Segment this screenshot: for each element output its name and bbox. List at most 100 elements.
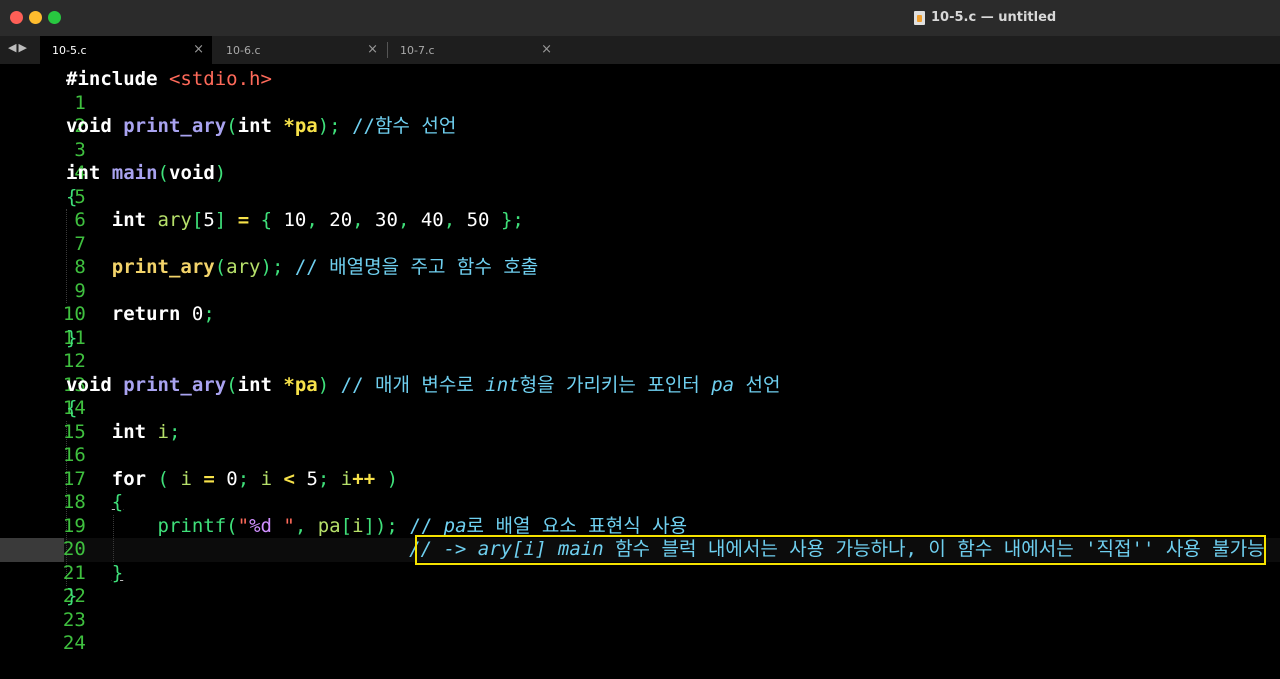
- token: {: [260, 209, 273, 231]
- token: ,: [306, 209, 318, 231]
- token: ,: [443, 209, 456, 231]
- code-line: 20 printf("%d ", pa[i]); // pa로 배열 요소 표현…: [0, 515, 687, 561]
- code-line: 22 }: [0, 562, 123, 608]
- matching-brace: {: [111, 491, 124, 513]
- tab-10-5[interactable]: 10-5.c ×: [40, 36, 212, 64]
- code-line: 14 void print_ary(int *pa) // 매개 변수로 int…: [0, 374, 781, 420]
- token: ,: [352, 209, 364, 231]
- tab-bar: ◀▶ 10-5.c × 10-6.c × 10-7.c ×: [0, 36, 1280, 64]
- title-bar: 10-5.c — untitled: [0, 0, 1280, 36]
- tab-10-7[interactable]: 10-7.c ×: [388, 36, 560, 64]
- token: [: [340, 514, 353, 537]
- code-text: for ( i = 0; i < 5; i++ ): [66, 468, 398, 492]
- code-line: 13: [0, 350, 86, 396]
- token: for: [111, 467, 147, 490]
- token: void: [66, 373, 112, 396]
- close-tab-icon[interactable]: ×: [193, 42, 204, 57]
- close-tab-icon[interactable]: ×: [367, 42, 378, 57]
- back-arrow-icon[interactable]: ◀: [8, 41, 18, 54]
- code-line: 11 return 0;: [0, 303, 215, 349]
- token: ): [317, 373, 330, 396]
- code-line: 8: [0, 233, 85, 278]
- token: );: [374, 514, 398, 537]
- code-line: 16 int i;: [0, 421, 181, 467]
- code-text: void print_ary(int *pa); //함수 선언: [66, 115, 456, 139]
- token: pa: [317, 514, 341, 537]
- token: *pa: [283, 115, 318, 137]
- token: =: [203, 467, 215, 490]
- tab-10-6[interactable]: 10-6.c ×: [214, 36, 386, 64]
- token: ary: [157, 209, 192, 231]
- comment: 로 배열 요소 표현식 사용: [466, 514, 688, 537]
- close-window-button[interactable]: [10, 11, 23, 24]
- token: *pa: [283, 373, 318, 396]
- token: );: [260, 256, 284, 278]
- token: i: [180, 467, 192, 490]
- code-line: 4: [0, 139, 85, 184]
- code-text: }: [66, 562, 123, 586]
- token: i: [352, 514, 364, 537]
- token: ary: [226, 256, 261, 278]
- token: printf: [157, 514, 227, 537]
- token: ;: [169, 420, 181, 443]
- code-line: 3 void print_ary(int *pa); //함수 선언: [0, 115, 456, 161]
- code-text: int i;: [66, 420, 181, 445]
- token: main: [111, 162, 158, 184]
- token: ,: [294, 514, 318, 537]
- token: [: [191, 209, 204, 231]
- token: 5: [203, 209, 215, 231]
- zoom-window-button[interactable]: [48, 11, 61, 24]
- token: 30: [363, 209, 398, 231]
- token: );: [317, 115, 341, 137]
- code-text: {: [66, 491, 123, 515]
- comment: 선언: [734, 373, 781, 396]
- close-tab-icon[interactable]: ×: [541, 42, 552, 57]
- code-line: 17: [0, 444, 86, 490]
- minimize-window-button[interactable]: [29, 11, 42, 24]
- c-file-icon: [914, 10, 925, 25]
- code-line-current: 21 // -> ary[i] main 함수 블럭 내에서는 사용 가능하나,…: [0, 538, 1265, 584]
- code-line: 19 {: [0, 491, 123, 537]
- token: 10: [272, 209, 307, 231]
- token: ): [214, 162, 227, 184]
- token: ): [386, 467, 399, 490]
- token: (: [226, 373, 238, 396]
- line-number: 24: [62, 632, 86, 654]
- token: 20: [317, 209, 353, 231]
- token: void: [169, 162, 215, 184]
- token: int: [66, 162, 101, 184]
- token: print_ary: [111, 256, 215, 278]
- token: =: [237, 209, 250, 231]
- code-text: }: [66, 327, 77, 351]
- token: ]: [214, 209, 227, 231]
- forward-arrow-icon[interactable]: ▶: [18, 41, 28, 54]
- token: {: [66, 397, 78, 419]
- comment: //: [409, 514, 444, 537]
- code-line: 10: [0, 280, 86, 325]
- token: (: [214, 256, 227, 278]
- token: (: [157, 467, 169, 490]
- code-text: print_ary(ary); // 배열명을 주고 함수 호출: [66, 256, 539, 280]
